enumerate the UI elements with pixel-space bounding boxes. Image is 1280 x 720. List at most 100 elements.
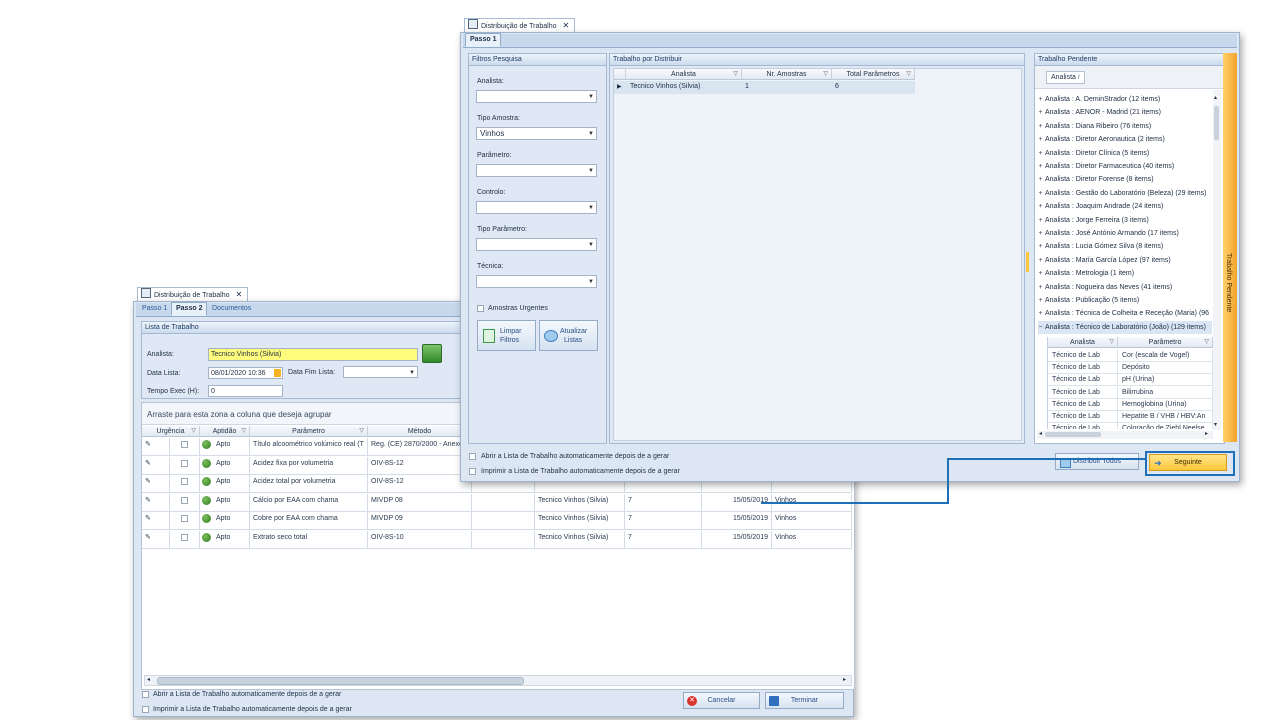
expand-icon[interactable]: +	[1038, 200, 1043, 213]
urgency-cell[interactable]	[170, 493, 200, 512]
urgency-cell[interactable]	[170, 512, 200, 530]
sub-column-parametro[interactable]: Parâmetro ▽	[1118, 337, 1213, 348]
scroll-down-arrow[interactable]: ▾	[1214, 421, 1217, 428]
expand-icon[interactable]: +	[1038, 187, 1043, 200]
edit-icon[interactable]: ✎	[142, 438, 170, 456]
tab-documentos[interactable]: Documentos	[208, 303, 255, 315]
pending-vertical-scrollbar[interactable]: ▴ ▾	[1213, 90, 1221, 430]
tipo-parametro-combo[interactable]: ▼	[476, 238, 597, 251]
tab-passo-1[interactable]: Passo 1	[138, 303, 171, 315]
scroll-right-arrow[interactable]: ▸	[1205, 430, 1208, 437]
edit-icon[interactable]: ✎	[142, 493, 170, 512]
pending-group-area[interactable]: Analista /	[1035, 66, 1224, 89]
tipo-amostra-combo[interactable]: Vinhos ▼	[476, 127, 597, 140]
urgency-cell[interactable]	[170, 438, 200, 456]
urgency-checkbox[interactable]	[181, 478, 188, 485]
pending-group-row[interactable]: + Analista : AENOR - Madrid (21 items)	[1038, 106, 1160, 119]
controlo-combo[interactable]: ▼	[476, 201, 597, 214]
close-icon[interactable]: ✕	[236, 290, 243, 299]
table-row[interactable]: ✎ Apto Extrato seco total OIV-8S-10 Tecnico …	[142, 530, 854, 549]
front-document-tab[interactable]: Distribuição de Trabalho ✕	[464, 18, 576, 33]
pending-group-row[interactable]: − Analista : Técnico de Laboratório (João…	[1038, 320, 1212, 334]
back-print-checkbox[interactable]	[142, 706, 149, 713]
filter-icon[interactable]: ▽	[359, 426, 364, 436]
filter-icon[interactable]: ▽	[1109, 337, 1114, 347]
front-open-checkbox[interactable]	[469, 453, 476, 460]
column-header-urgencia[interactable]: Urgência ▽	[142, 426, 200, 437]
data-lista-field[interactable]: 08/01/2020 10:36	[208, 367, 283, 379]
expand-icon[interactable]: +	[1038, 254, 1043, 267]
urgency-checkbox[interactable]	[181, 441, 188, 448]
sub-table-row[interactable]: Técnico de Lab pH (Urina)	[1048, 374, 1213, 387]
filter-icon[interactable]: ▽	[733, 69, 738, 79]
urgent-checkbox[interactable]	[477, 305, 484, 312]
refresh-lists-button[interactable]: Atualizar Listas	[539, 320, 598, 351]
scroll-left-arrow[interactable]: ◂	[1039, 430, 1042, 437]
calendar-icon[interactable]	[274, 369, 281, 377]
analista-combo[interactable]: ▼	[476, 90, 597, 103]
pending-group-row[interactable]: + Analista : Diretor Farmaceutica (40 ite…	[1038, 160, 1174, 173]
urgency-checkbox[interactable]	[181, 496, 188, 504]
pending-group-row[interactable]: + Analista : Diretor Clínica (5 items)	[1038, 147, 1149, 160]
urgency-cell[interactable]	[170, 530, 200, 549]
filter-icon[interactable]: ▽	[906, 69, 911, 79]
table-row[interactable]: ✎ Apto Cobre por EAA com chama MIVDP 09 Tecn…	[142, 512, 854, 530]
back-document-tab[interactable]: Distribuição de Trabalho ✕	[137, 287, 249, 302]
close-icon[interactable]: ✕	[563, 21, 570, 30]
expand-icon[interactable]: +	[1038, 160, 1043, 173]
pending-group-row[interactable]: + Analista : José António Armando (17 ite…	[1038, 227, 1178, 240]
pending-group-row[interactable]: + Analista : Metrologia (1 item)	[1038, 267, 1134, 280]
pending-side-bar[interactable]: Trabalho Pendente	[1223, 53, 1237, 442]
scroll-thumb[interactable]	[157, 677, 524, 685]
scroll-right-arrow[interactable]: ▸	[843, 676, 846, 683]
expand-icon[interactable]: +	[1038, 307, 1043, 320]
urgency-checkbox[interactable]	[181, 459, 188, 467]
expand-icon[interactable]: +	[1038, 227, 1043, 240]
pending-group-row[interactable]: + Analista : Lucia Gómez Silva (8 items)	[1038, 240, 1163, 253]
sub-table-row[interactable]: Técnico de Lab Cor (escala de Vogel)	[1048, 350, 1213, 362]
group-chip-analista[interactable]: Analista /	[1046, 71, 1085, 84]
dist-column-parametros[interactable]: Total Parâmetros ▽	[832, 69, 915, 80]
pending-group-row[interactable]: + Analista : Diana Ribeiro (76 items)	[1038, 120, 1151, 133]
tab-passo-1[interactable]: Passo 1	[465, 33, 502, 47]
sub-table-row[interactable]: Técnico de Lab Bilirrubina	[1048, 386, 1213, 399]
cancel-button[interactable]: ✕ Cancelar	[683, 692, 760, 709]
data-fim-combo[interactable]: ▼	[343, 366, 418, 378]
pending-group-row[interactable]: + Analista : Técnica de Colheita e Receçã…	[1038, 307, 1209, 320]
expand-icon[interactable]: +	[1038, 93, 1043, 106]
sub-column-analista[interactable]: Analista ▽	[1048, 337, 1118, 348]
dist-row[interactable]: ▶ Tecnico Vinhos (Silvia) 1 6	[614, 81, 915, 94]
urgency-checkbox[interactable]	[181, 515, 188, 522]
tecnica-combo[interactable]: ▼	[476, 275, 597, 288]
pending-group-row[interactable]: + Analista : Publicação (5 items)	[1038, 294, 1139, 307]
filter-icon[interactable]: ▽	[823, 69, 828, 79]
clear-filters-button[interactable]: Limpar Filtros	[477, 320, 536, 351]
scroll-thumb[interactable]	[1214, 106, 1219, 140]
pending-group-row[interactable]: + Analista : Gestão do Laboratório (Belez…	[1038, 187, 1206, 200]
tab-passo-2[interactable]: Passo 2	[171, 302, 208, 316]
dist-column-amostras[interactable]: Nr. Amostras ▽	[742, 69, 832, 80]
expand-icon[interactable]: +	[1038, 267, 1043, 280]
pending-group-row[interactable]: + Analista : A. DeminStrador (12 items)	[1038, 93, 1160, 106]
edit-icon[interactable]: ✎	[142, 530, 170, 549]
expand-icon[interactable]: +	[1038, 294, 1043, 307]
filter-icon[interactable]: ▽	[241, 426, 246, 436]
collapse-icon[interactable]: −	[1038, 321, 1043, 334]
sub-table-row[interactable]: Técnico de Lab Hepatite B / VHB / HBV:An	[1048, 411, 1213, 423]
scroll-left-arrow[interactable]: ◂	[147, 676, 150, 683]
urgency-cell[interactable]	[170, 456, 200, 475]
expand-icon[interactable]: +	[1038, 214, 1043, 227]
sub-table-row[interactable]: Técnico de Lab Hemoglobina (Urina)	[1048, 398, 1213, 411]
column-header-aptidao[interactable]: Aptidão ▽	[200, 426, 250, 437]
finish-button[interactable]: Terminar	[765, 692, 844, 709]
urgency-cell[interactable]	[170, 475, 200, 493]
urgency-checkbox[interactable]	[181, 533, 188, 541]
dist-column-analista[interactable]: Analista ▽	[626, 69, 742, 80]
splitter-handle[interactable]	[1026, 252, 1029, 272]
front-print-checkbox[interactable]	[469, 468, 476, 475]
pending-horizontal-scrollbar[interactable]: ◂ ▸	[1037, 431, 1213, 439]
pending-group-row[interactable]: + Analista : Joaquim Andrade (24 items)	[1038, 200, 1163, 213]
expand-icon[interactable]: +	[1038, 120, 1043, 133]
sub-table-row[interactable]: Técnico de Lab Coloração de Ziehl Neelse	[1048, 423, 1213, 429]
edit-icon[interactable]: ✎	[142, 512, 170, 530]
